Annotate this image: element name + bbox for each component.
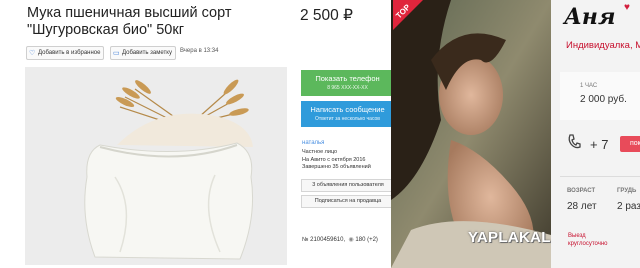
show-phone-button-profile[interactable]: пок (620, 136, 640, 152)
profile-name: Аня (564, 4, 616, 30)
profile-type: Индивидуалка, М (566, 40, 640, 51)
ad-number: № 2100459610, (302, 237, 346, 243)
favorite-heart-icon[interactable]: ♥ (624, 2, 630, 13)
profile-photo-image (391, 0, 551, 268)
subscribe-button[interactable]: Подписаться на продавца (301, 195, 395, 208)
outcall-link[interactable]: Выезд круглосуточно (568, 232, 608, 248)
seller-completed: Завершено 35 объявлений (302, 164, 371, 170)
listing-price: 2 500 ₽ (300, 7, 353, 24)
posted-time: Вчера в 13:34 (180, 48, 219, 54)
add-note-button[interactable]: ▭ Добавить заметку (110, 46, 176, 60)
chest-value: 2 раз (617, 201, 640, 212)
profile-divider (560, 176, 640, 177)
show-phone-label: Показать телефон (315, 74, 380, 83)
rate-value: 2 000 руб. (580, 94, 627, 105)
add-note-label: Добавить заметку (122, 50, 172, 56)
add-favorites-button[interactable]: ♡ Добавить в избранное (26, 46, 105, 60)
write-message-button[interactable]: Написать сообщение Ответит за несколько … (301, 101, 394, 127)
seller-name-link[interactable]: наталья (302, 140, 324, 146)
ad-meta: № 2100459610, ◉ 180 (+2) (302, 236, 378, 243)
age-label: ВОЗРАСТ (567, 188, 596, 194)
seller-since: На Авито с октября 2016 (302, 157, 366, 163)
phone-prefix: + 7 (590, 137, 609, 152)
flour-sack-image (25, 67, 287, 265)
seller-ads-button[interactable]: 3 объявления пользователя (301, 179, 395, 192)
listing-title: Мука пшеничная высший сорт "Шугуровская … (27, 5, 277, 39)
rate-label: 1 ЧАС (580, 83, 598, 89)
outcall-line1: Выезд (568, 233, 586, 239)
top-badge: TOP (393, 0, 423, 35)
message-response-time: Ответит за несколько часов (315, 116, 380, 122)
eye-icon: ◉ (348, 237, 354, 243)
profile-photo[interactable] (391, 0, 551, 268)
show-phone-button[interactable]: Показать телефон 8 965 XXX-XX-XX (301, 70, 394, 96)
listing-title-line2: "Шугуровская био" 50кг (27, 22, 184, 38)
age-value: 28 лет (567, 201, 597, 212)
phone-masked: 8 965 XXX-XX-XX (327, 85, 368, 91)
seller-type: Частное лицо (302, 149, 338, 155)
add-favorites-label: Добавить в избранное (38, 50, 101, 56)
note-icon: ▭ (113, 50, 120, 57)
outcall-line2: круглосуточно (568, 241, 608, 247)
phone-icon (567, 134, 581, 150)
write-message-label: Написать сообщение (310, 105, 385, 114)
heart-icon: ♡ (29, 50, 36, 57)
listing-title-line1: Мука пшеничная высший сорт (27, 5, 232, 21)
chest-label: ГРУДЬ (617, 188, 637, 194)
product-photo[interactable] (25, 67, 287, 265)
view-count: 180 (+2) (355, 237, 378, 243)
